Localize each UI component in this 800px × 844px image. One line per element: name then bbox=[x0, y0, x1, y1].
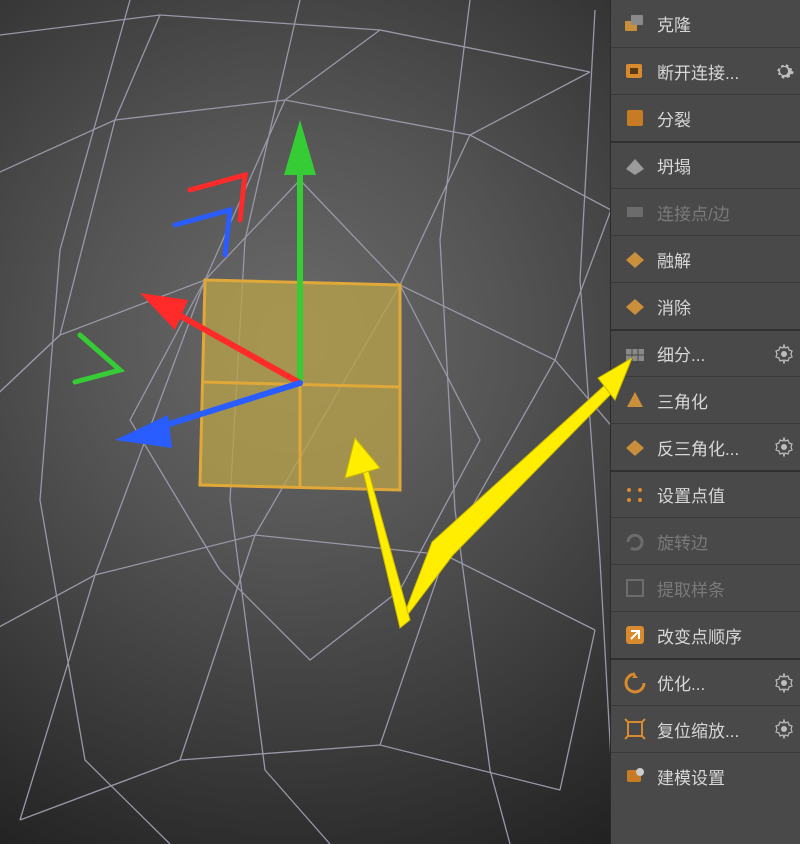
menu-label: 三角化 bbox=[657, 388, 708, 413]
gear-icon[interactable] bbox=[774, 673, 794, 693]
spin-icon bbox=[621, 527, 649, 555]
menu-label: 克隆 bbox=[657, 11, 691, 36]
menu-item-clone[interactable]: 克隆 bbox=[611, 0, 800, 47]
dissolve-icon bbox=[621, 245, 649, 273]
menu-label: 建模设置 bbox=[657, 764, 725, 789]
menu-label: 设置点值 bbox=[657, 482, 725, 507]
triangulate-icon bbox=[621, 386, 649, 414]
menu-label: 优化... bbox=[657, 670, 705, 695]
menu-item-triangulate[interactable]: 三角化 bbox=[611, 376, 800, 423]
menu-label: 连接点/边 bbox=[657, 200, 730, 225]
split-icon bbox=[621, 104, 649, 132]
menu-label: 消除 bbox=[657, 294, 691, 319]
connect-icon bbox=[621, 198, 649, 226]
menu-label: 反三角化... bbox=[657, 435, 739, 460]
gear-icon[interactable] bbox=[774, 344, 794, 364]
gear-icon[interactable] bbox=[774, 61, 794, 81]
menu-item-eliminate[interactable]: 消除 bbox=[611, 282, 800, 329]
collapse-icon bbox=[621, 152, 649, 180]
menu-item-reverse-order[interactable]: 改变点顺序 bbox=[611, 611, 800, 658]
menu-item-split[interactable]: 分裂 bbox=[611, 94, 800, 141]
menu-label: 细分... bbox=[657, 341, 705, 366]
disconnect-icon bbox=[621, 57, 649, 85]
setpoint-icon bbox=[621, 481, 649, 509]
subdivide-icon bbox=[621, 340, 649, 368]
menu-item-set-point-value[interactable]: 设置点值 bbox=[611, 470, 800, 517]
reverse-icon bbox=[621, 621, 649, 649]
menu-label: 提取样条 bbox=[657, 576, 725, 601]
menu-item-extract-spline[interactable]: 提取样条 bbox=[611, 564, 800, 611]
resetscale-icon bbox=[621, 715, 649, 743]
menu-label: 旋转边 bbox=[657, 529, 708, 554]
untriangulate-icon bbox=[621, 433, 649, 461]
optimize-icon bbox=[621, 669, 649, 697]
settings-icon bbox=[621, 762, 649, 790]
menu-item-subdivide[interactable]: 细分... bbox=[611, 329, 800, 376]
gear-icon[interactable] bbox=[774, 437, 794, 457]
menu-label: 坍塌 bbox=[657, 153, 691, 178]
menu-label: 分裂 bbox=[657, 106, 691, 131]
eliminate-icon bbox=[621, 292, 649, 320]
menu-item-collapse[interactable]: 坍塌 bbox=[611, 141, 800, 188]
3d-viewport[interactable] bbox=[0, 0, 611, 844]
menu-label: 融解 bbox=[657, 247, 691, 272]
menu-item-connect-pe[interactable]: 连接点/边 bbox=[611, 188, 800, 235]
menu-item-model-settings[interactable]: 建模设置 bbox=[611, 752, 800, 799]
menu-label: 复位缩放... bbox=[657, 717, 739, 742]
menu-item-spin-edge[interactable]: 旋转边 bbox=[611, 517, 800, 564]
menu-label: 断开连接... bbox=[657, 59, 739, 84]
menu-item-untriangulate[interactable]: 反三角化... bbox=[611, 423, 800, 470]
menu-item-disconnect[interactable]: 断开连接... bbox=[611, 47, 800, 94]
spline-icon bbox=[621, 574, 649, 602]
menu-item-dissolve[interactable]: 融解 bbox=[611, 235, 800, 282]
clone-icon bbox=[621, 10, 649, 38]
gear-icon[interactable] bbox=[774, 719, 794, 739]
menu-label: 改变点顺序 bbox=[657, 623, 742, 648]
menu-item-reset-scale[interactable]: 复位缩放... bbox=[611, 705, 800, 752]
context-menu[interactable]: 克隆 断开连接... 分裂 坍塌 连接点/ bbox=[610, 0, 800, 844]
menu-item-optimize[interactable]: 优化... bbox=[611, 658, 800, 705]
